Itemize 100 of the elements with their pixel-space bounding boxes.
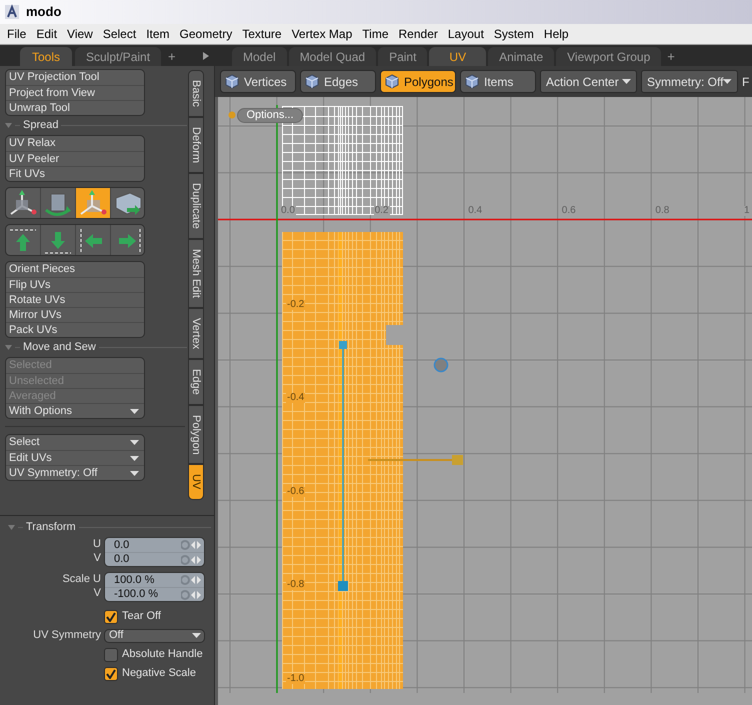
spinner-icon bbox=[181, 588, 202, 600]
checkmark-icon bbox=[106, 612, 116, 622]
side-tab[interactable]: Mesh Edit bbox=[188, 238, 204, 308]
window-title: modo bbox=[26, 3, 62, 22]
dropdown[interactable]: Edit UVs bbox=[6, 450, 144, 465]
checkbox[interactable] bbox=[104, 648, 118, 662]
axis-label: 1 bbox=[743, 206, 751, 216]
menu-item[interactable]: Layout bbox=[442, 25, 489, 43]
menu-item[interactable]: Texture bbox=[237, 25, 287, 43]
checkbox-label: Tear Off bbox=[122, 609, 161, 624]
tab[interactable]: UV bbox=[429, 47, 486, 66]
dropdown[interactable]: Select bbox=[6, 435, 144, 450]
side-tab[interactable]: Duplicate bbox=[188, 172, 204, 239]
caret-icon bbox=[622, 79, 631, 84]
side-tab[interactable]: Polygon bbox=[188, 404, 204, 464]
tab[interactable]: Sculpt/Paint bbox=[75, 47, 162, 66]
tool-icon-button[interactable] bbox=[110, 188, 144, 218]
field-label: Scale U bbox=[62, 572, 101, 586]
side-tab[interactable]: UV bbox=[188, 464, 204, 500]
expand-arrow-icon bbox=[203, 52, 209, 60]
tool-button[interactable]: Unwrap Tool bbox=[6, 100, 144, 115]
field-value[interactable]: 100.0 % bbox=[114, 572, 154, 588]
spinner-icon bbox=[181, 554, 202, 566]
tool-button[interactable]: Project from View bbox=[6, 85, 144, 100]
tab[interactable]: Model Quad bbox=[288, 47, 376, 66]
status-dot-icon bbox=[228, 111, 236, 119]
side-tab[interactable]: Basic bbox=[188, 70, 204, 117]
menu-item[interactable]: Vertex Map bbox=[286, 25, 358, 43]
mode-button[interactable]: Polygons bbox=[380, 70, 456, 93]
add-tab-button[interactable]: + bbox=[663, 47, 679, 66]
caret-icon bbox=[130, 408, 139, 414]
dropdown[interactable]: Symmetry: Off bbox=[641, 70, 738, 93]
side-tab[interactable]: Deform bbox=[188, 116, 204, 173]
spinner-icon bbox=[181, 539, 202, 551]
options-button[interactable]: Options... bbox=[237, 108, 303, 123]
collapse-triangle-icon bbox=[5, 123, 12, 128]
section-title: Spread bbox=[23, 118, 58, 134]
dropdown[interactable]: Action Center bbox=[540, 70, 637, 93]
collapse-triangle-icon bbox=[5, 345, 12, 350]
cube-icon bbox=[305, 74, 319, 89]
axis-label: 0.2 bbox=[374, 206, 390, 216]
field-label: U bbox=[93, 537, 101, 551]
side-tab[interactable]: Vertex bbox=[188, 308, 204, 359]
axis-label: -0.2 bbox=[286, 300, 306, 310]
menu-item[interactable]: Select bbox=[98, 25, 142, 43]
menu-item[interactable]: Edit bbox=[31, 25, 62, 43]
mode-button[interactable]: Vertices bbox=[220, 70, 296, 93]
toolbar-label[interactable]: F bbox=[742, 72, 750, 90]
tool-button[interactable]: Rotate UVs bbox=[6, 292, 144, 307]
cube-icon bbox=[385, 74, 399, 89]
tool-button[interactable]: Orient Pieces bbox=[6, 262, 144, 277]
caret-icon bbox=[192, 633, 201, 638]
menu-item[interactable]: Help bbox=[538, 25, 574, 43]
dropdown[interactable]: Off bbox=[104, 628, 205, 642]
tool-button[interactable]: Fit UVs bbox=[6, 166, 144, 181]
side-tab[interactable]: Edge bbox=[188, 358, 204, 405]
tool-button[interactable]: UV Relax bbox=[6, 136, 144, 151]
menu-item[interactable]: Geometry bbox=[174, 25, 238, 43]
mode-button[interactable]: Edges bbox=[300, 70, 376, 93]
menu-item[interactable]: View bbox=[62, 25, 98, 43]
circle-handle-icon bbox=[433, 357, 449, 373]
checkbox[interactable] bbox=[104, 666, 118, 680]
tool-button[interactable]: Mirror UVs bbox=[6, 307, 144, 322]
section-title: Transform bbox=[26, 520, 76, 535]
field-value[interactable]: 0.0 bbox=[114, 536, 130, 554]
caret-icon bbox=[130, 440, 139, 445]
caret-icon bbox=[723, 79, 732, 84]
tab[interactable]: Viewport Group bbox=[556, 47, 662, 66]
mode-button[interactable]: Items bbox=[460, 70, 536, 93]
axis-label: 0.8 bbox=[654, 206, 670, 216]
menu-item[interactable]: File bbox=[2, 25, 32, 43]
tab[interactable]: Paint bbox=[378, 47, 428, 66]
tab[interactable]: Animate bbox=[488, 47, 554, 66]
spinner-icon bbox=[181, 574, 202, 586]
tool-icon-button[interactable] bbox=[75, 188, 110, 218]
menu-item[interactable]: Render bbox=[394, 25, 443, 43]
add-tab-button[interactable]: + bbox=[164, 47, 180, 66]
tool-button[interactable]: Pack UVs bbox=[6, 322, 144, 337]
tab[interactable]: Tools bbox=[20, 47, 72, 66]
field-label: V bbox=[94, 586, 101, 600]
caret-icon bbox=[130, 456, 139, 460]
dropdown[interactable]: With Options bbox=[6, 403, 144, 418]
tab[interactable]: Model bbox=[232, 47, 287, 66]
tool-button[interactable]: UV Peeler bbox=[6, 151, 144, 166]
dropdown[interactable]: UV Symmetry: Off bbox=[6, 465, 144, 480]
cube-icon bbox=[465, 74, 479, 89]
field-label: V bbox=[94, 551, 101, 565]
cube-icon bbox=[225, 74, 239, 89]
field-value[interactable]: 0.0 bbox=[114, 551, 130, 568]
menu-item[interactable]: Item bbox=[141, 25, 175, 43]
menu-item[interactable]: Time bbox=[357, 25, 394, 43]
caret-icon bbox=[130, 470, 139, 476]
checkbox[interactable] bbox=[104, 610, 118, 624]
collapse-triangle-icon bbox=[8, 524, 15, 530]
field-value[interactable]: -100.0 % bbox=[114, 586, 158, 603]
app-icon bbox=[4, 4, 20, 20]
tool-button[interactable]: Flip UVs bbox=[6, 277, 144, 292]
tool-button[interactable]: UV Projection Tool bbox=[6, 70, 144, 85]
menu-item[interactable]: System bbox=[488, 25, 539, 43]
axis-label: -0.4 bbox=[286, 393, 306, 404]
